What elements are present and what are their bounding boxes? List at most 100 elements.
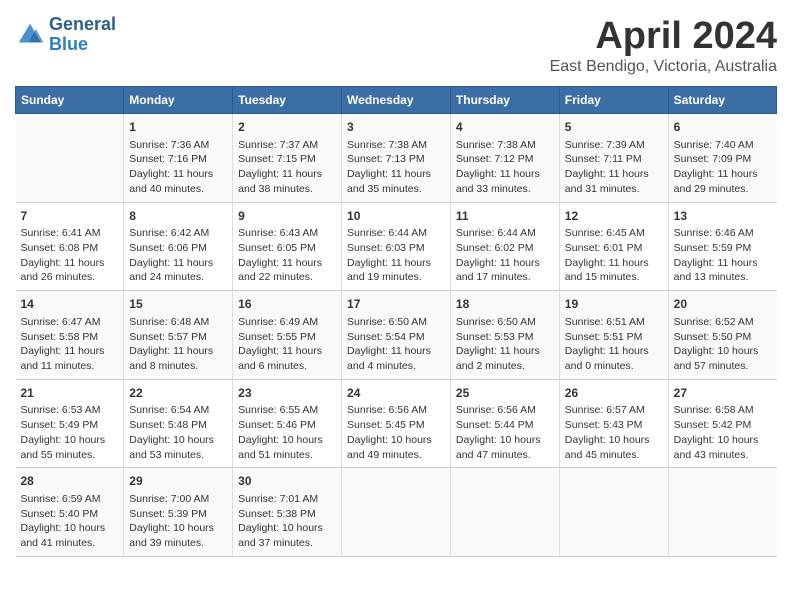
day-info: Sunrise: 6:52 AM Sunset: 5:50 PM Dayligh… xyxy=(674,315,772,374)
logo-name: General Blue xyxy=(49,15,116,55)
week-row-1: 1Sunrise: 7:36 AM Sunset: 7:16 PM Daylig… xyxy=(16,114,777,203)
day-number: 12 xyxy=(565,208,663,225)
day-info: Sunrise: 7:38 AM Sunset: 7:12 PM Dayligh… xyxy=(456,138,554,197)
calendar-cell: 18 Sunrise: 6:50 AM Sunset: 5:53 PM Dayli… xyxy=(450,291,559,380)
calendar-cell xyxy=(16,114,124,203)
day-info: Sunrise: 6:44 AM Sunset: 6:02 PM Dayligh… xyxy=(456,226,554,285)
day-info: Sunrise: 7:40 AM Sunset: 7:09 PM Dayligh… xyxy=(674,138,772,197)
column-header-saturday: Saturday xyxy=(668,87,776,114)
day-number: 22 xyxy=(129,385,227,402)
day-number: 13 xyxy=(674,208,772,225)
week-row-2: 7Sunrise: 6:41 AM Sunset: 6:08 PM Daylig… xyxy=(16,202,777,291)
column-header-thursday: Thursday xyxy=(450,87,559,114)
day-info: Sunrise: 6:50 AM Sunset: 5:53 PM Dayligh… xyxy=(456,315,554,374)
column-header-monday: Monday xyxy=(124,87,233,114)
calendar-header-row: SundayMondayTuesdayWednesdayThursdayFrid… xyxy=(16,87,777,114)
calendar-cell: 6 Sunrise: 7:40 AM Sunset: 7:09 PM Daylig… xyxy=(668,114,776,203)
calendar-cell: 14 Sunrise: 6:47 AM Sunset: 5:58 PM Dayli… xyxy=(16,291,124,380)
day-number: 10 xyxy=(347,208,445,225)
calendar-cell: 9Sunrise: 6:43 AM Sunset: 6:05 PM Daylig… xyxy=(233,202,342,291)
column-header-wednesday: Wednesday xyxy=(342,87,451,114)
day-number: 28 xyxy=(21,473,119,490)
week-row-3: 14 Sunrise: 6:47 AM Sunset: 5:58 PM Dayli… xyxy=(16,291,777,380)
calendar-cell: 1Sunrise: 7:36 AM Sunset: 7:16 PM Daylig… xyxy=(124,114,233,203)
calendar-cell xyxy=(559,468,668,557)
day-info: Sunrise: 6:42 AM Sunset: 6:06 PM Dayligh… xyxy=(129,226,227,285)
calendar-cell: 20 Sunrise: 6:52 AM Sunset: 5:50 PM Dayli… xyxy=(668,291,776,380)
header: General Blue April 2024 East Bendigo, Vi… xyxy=(15,15,777,76)
day-number: 7 xyxy=(21,208,119,225)
logo: General Blue xyxy=(15,15,116,55)
day-info: Sunrise: 6:50 AM Sunset: 5:54 PM Dayligh… xyxy=(347,315,445,374)
day-info: Sunrise: 6:47 AM Sunset: 5:58 PM Dayligh… xyxy=(21,315,119,374)
day-info: Sunrise: 6:55 AM Sunset: 5:46 PM Dayligh… xyxy=(238,403,336,462)
calendar-cell: 3 Sunrise: 7:38 AM Sunset: 7:13 PM Daylig… xyxy=(342,114,451,203)
day-info: Sunrise: 6:59 AM Sunset: 5:40 PM Dayligh… xyxy=(21,492,119,551)
day-info: Sunrise: 7:39 AM Sunset: 7:11 PM Dayligh… xyxy=(565,138,663,197)
day-info: Sunrise: 6:58 AM Sunset: 5:42 PM Dayligh… xyxy=(674,403,772,462)
page-subtitle: East Bendigo, Victoria, Australia xyxy=(550,58,777,76)
day-info: Sunrise: 6:57 AM Sunset: 5:43 PM Dayligh… xyxy=(565,403,663,462)
day-number: 21 xyxy=(21,385,119,402)
calendar-table: SundayMondayTuesdayWednesdayThursdayFrid… xyxy=(15,86,777,557)
day-number: 14 xyxy=(21,296,119,313)
day-number: 17 xyxy=(347,296,445,313)
day-number: 5 xyxy=(565,119,663,136)
day-number: 18 xyxy=(456,296,554,313)
day-info: Sunrise: 6:46 AM Sunset: 5:59 PM Dayligh… xyxy=(674,226,772,285)
day-info: Sunrise: 7:01 AM Sunset: 5:38 PM Dayligh… xyxy=(238,492,336,551)
logo-line1: General xyxy=(49,14,116,34)
calendar-cell: 27Sunrise: 6:58 AM Sunset: 5:42 PM Dayli… xyxy=(668,379,776,468)
calendar-cell: 8Sunrise: 6:42 AM Sunset: 6:06 PM Daylig… xyxy=(124,202,233,291)
calendar-cell: 4 Sunrise: 7:38 AM Sunset: 7:12 PM Daylig… xyxy=(450,114,559,203)
day-info: Sunrise: 6:44 AM Sunset: 6:03 PM Dayligh… xyxy=(347,226,445,285)
day-number: 29 xyxy=(129,473,227,490)
calendar-cell: 25Sunrise: 6:56 AM Sunset: 5:44 PM Dayli… xyxy=(450,379,559,468)
day-number: 24 xyxy=(347,385,445,402)
logo-icon xyxy=(15,20,45,50)
day-info: Sunrise: 7:37 AM Sunset: 7:15 PM Dayligh… xyxy=(238,138,336,197)
calendar-cell: 22Sunrise: 6:54 AM Sunset: 5:48 PM Dayli… xyxy=(124,379,233,468)
calendar-cell: 21Sunrise: 6:53 AM Sunset: 5:49 PM Dayli… xyxy=(16,379,124,468)
calendar-cell: 19Sunrise: 6:51 AM Sunset: 5:51 PM Dayli… xyxy=(559,291,668,380)
day-number: 23 xyxy=(238,385,336,402)
day-number: 6 xyxy=(674,119,772,136)
calendar-cell: 17 Sunrise: 6:50 AM Sunset: 5:54 PM Dayli… xyxy=(342,291,451,380)
day-number: 30 xyxy=(238,473,336,490)
day-info: Sunrise: 6:56 AM Sunset: 5:44 PM Dayligh… xyxy=(456,403,554,462)
calendar-cell: 5 Sunrise: 7:39 AM Sunset: 7:11 PM Daylig… xyxy=(559,114,668,203)
day-info: Sunrise: 7:36 AM Sunset: 7:16 PM Dayligh… xyxy=(129,138,227,197)
day-info: Sunrise: 6:41 AM Sunset: 6:08 PM Dayligh… xyxy=(21,226,119,285)
title-section: April 2024 East Bendigo, Victoria, Austr… xyxy=(550,15,777,76)
calendar-cell xyxy=(342,468,451,557)
column-header-friday: Friday xyxy=(559,87,668,114)
calendar-cell xyxy=(450,468,559,557)
day-number: 15 xyxy=(129,296,227,313)
calendar-cell: 10Sunrise: 6:44 AM Sunset: 6:03 PM Dayli… xyxy=(342,202,451,291)
day-info: Sunrise: 6:45 AM Sunset: 6:01 PM Dayligh… xyxy=(565,226,663,285)
day-number: 20 xyxy=(674,296,772,313)
day-number: 8 xyxy=(129,208,227,225)
column-header-tuesday: Tuesday xyxy=(233,87,342,114)
column-header-sunday: Sunday xyxy=(16,87,124,114)
day-number: 25 xyxy=(456,385,554,402)
calendar-cell xyxy=(668,468,776,557)
calendar-cell: 16Sunrise: 6:49 AM Sunset: 5:55 PM Dayli… xyxy=(233,291,342,380)
calendar-cell: 28 Sunrise: 6:59 AM Sunset: 5:40 PM Dayli… xyxy=(16,468,124,557)
day-number: 4 xyxy=(456,119,554,136)
day-info: Sunrise: 6:48 AM Sunset: 5:57 PM Dayligh… xyxy=(129,315,227,374)
day-info: Sunrise: 7:38 AM Sunset: 7:13 PM Dayligh… xyxy=(347,138,445,197)
week-row-5: 28 Sunrise: 6:59 AM Sunset: 5:40 PM Dayli… xyxy=(16,468,777,557)
day-info: Sunrise: 7:00 AM Sunset: 5:39 PM Dayligh… xyxy=(129,492,227,551)
day-number: 19 xyxy=(565,296,663,313)
calendar-cell: 30 Sunrise: 7:01 AM Sunset: 5:38 PM Dayli… xyxy=(233,468,342,557)
day-number: 3 xyxy=(347,119,445,136)
calendar-cell: 13Sunrise: 6:46 AM Sunset: 5:59 PM Dayli… xyxy=(668,202,776,291)
calendar-cell: 23Sunrise: 6:55 AM Sunset: 5:46 PM Dayli… xyxy=(233,379,342,468)
week-row-4: 21Sunrise: 6:53 AM Sunset: 5:49 PM Dayli… xyxy=(16,379,777,468)
day-number: 16 xyxy=(238,296,336,313)
day-info: Sunrise: 6:53 AM Sunset: 5:49 PM Dayligh… xyxy=(21,403,119,462)
calendar-cell: 2 Sunrise: 7:37 AM Sunset: 7:15 PM Daylig… xyxy=(233,114,342,203)
day-info: Sunrise: 6:54 AM Sunset: 5:48 PM Dayligh… xyxy=(129,403,227,462)
day-number: 2 xyxy=(238,119,336,136)
